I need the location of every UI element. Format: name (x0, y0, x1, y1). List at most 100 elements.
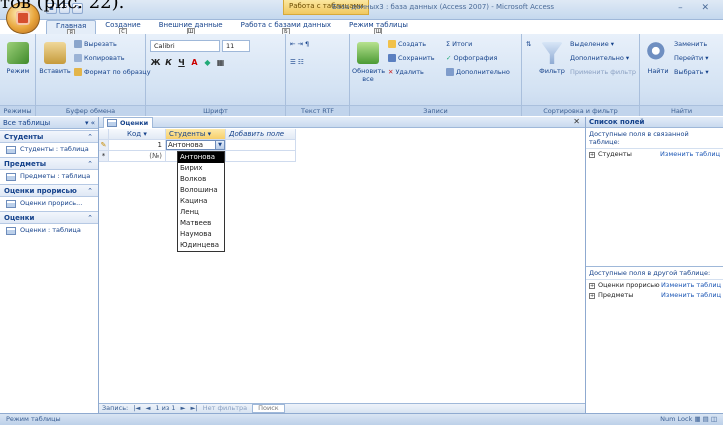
table-row[interactable]: * (№) (99, 151, 585, 162)
table-row[interactable]: ✎ 1 Антонова ▼ (99, 140, 585, 151)
gridlines-icon[interactable]: ▦ (215, 58, 226, 69)
underline-button[interactable]: Ч (176, 58, 187, 69)
nav-item-subjects-table[interactable]: Предметы : таблица (0, 170, 98, 183)
format-painter-button[interactable]: Формат по образцу (74, 68, 151, 76)
nav-group-grades-words[interactable]: Оценки прорисью ⌃ (0, 184, 98, 197)
new-row-star-icon[interactable]: * (99, 151, 109, 162)
expand-icon[interactable]: + (589, 293, 595, 299)
window-controls[interactable]: – ✕ (678, 3, 717, 13)
sigma-icon: Σ (446, 40, 451, 48)
next-record-button[interactable]: ► (181, 404, 186, 413)
dropdown-item[interactable]: Волков (178, 174, 224, 185)
search-input[interactable]: Поиск (252, 404, 285, 413)
field-list-item[interactable]: + Студенты Изменить таблиц (586, 149, 723, 159)
cell-add[interactable] (226, 151, 296, 162)
nav-pane-toggle-icon[interactable]: ▾ « (85, 117, 95, 129)
bold-button[interactable]: Ж (150, 58, 161, 69)
dropdown-item[interactable]: Бирих (178, 163, 224, 174)
tab-database-tools[interactable]: Работа с базами данных Б (232, 20, 340, 35)
tab-home[interactable]: Главная Я (46, 20, 97, 36)
group-views: Режим Режимы (0, 34, 36, 116)
edit-pencil-icon[interactable]: ✎ (99, 140, 109, 151)
font-name-select[interactable]: Calibri (150, 40, 220, 52)
prev-record-button[interactable]: ◄ (145, 404, 150, 413)
select-button[interactable]: Выбрать ▾ (674, 68, 709, 76)
advanced-button[interactable]: Дополнительно ▾ (570, 54, 629, 62)
selection-button[interactable]: Выделение ▾ (570, 40, 614, 48)
indent-buttons[interactable]: ⇤ ⇥ ¶ (290, 40, 309, 48)
column-header-students[interactable]: Студенты ▾ (166, 129, 226, 140)
tab-create[interactable]: Создание С (96, 20, 149, 35)
save-record-button[interactable]: Сохранить (388, 54, 435, 62)
filter-button[interactable]: Фильтр (536, 42, 568, 75)
nav-group-grades[interactable]: Оценки ⌃ (0, 211, 98, 224)
edit-table-link[interactable]: Изменить таблиц (660, 150, 720, 158)
nav-item-students-table[interactable]: Студенты : таблица (0, 143, 98, 156)
table-icon (6, 145, 16, 154)
document-tab[interactable]: Оценки (103, 117, 154, 128)
tab-external-data[interactable]: Внешние данные Ш (150, 20, 232, 35)
dropdown-item[interactable]: Ленц (178, 207, 224, 218)
list-buttons[interactable]: ☰ ☷ (290, 58, 304, 66)
status-bar: Режим таблицы Num Lock ▦ ▤ ◫ (0, 413, 723, 425)
refresh-icon (357, 42, 379, 64)
last-record-button[interactable]: ►| (191, 404, 198, 413)
chevron-down-icon[interactable]: ▼ (216, 140, 225, 150)
view-button[interactable]: Режим (2, 42, 34, 75)
italic-button[interactable]: К (163, 58, 174, 69)
select-all-cell[interactable] (99, 129, 109, 140)
paste-button[interactable]: Вставить (39, 42, 71, 75)
refresh-all-button[interactable]: Обновить все (352, 42, 385, 83)
expand-icon[interactable]: + (589, 152, 595, 158)
nav-group-subjects[interactable]: Предметы ⌃ (0, 157, 98, 170)
field-list-item[interactable]: + Оценки прорисью Изменить таблиц (586, 280, 723, 290)
group-label: Сортировка и фильтр (522, 105, 639, 116)
sort-buttons[interactable]: ⇅ (526, 40, 531, 48)
students-combo-value[interactable]: Антонова (166, 140, 216, 150)
new-record-button[interactable]: Создать (388, 40, 426, 48)
tab-datasheet[interactable]: Режим таблицы Ш (340, 20, 417, 35)
dropdown-item[interactable]: Антонова (178, 152, 224, 163)
nav-pane-header[interactable]: Все таблицы ▾ « (0, 117, 98, 129)
cut-button[interactable]: Вырезать (74, 40, 117, 48)
expand-icon[interactable]: + (589, 283, 595, 289)
nav-item-grades-table[interactable]: Оценки : таблица (0, 224, 98, 237)
first-record-button[interactable]: |◄ (133, 404, 140, 413)
cell-kod[interactable]: 1 (109, 140, 166, 151)
nav-item-grades-words-table[interactable]: Оценки прорись... (0, 197, 98, 210)
edit-table-link[interactable]: Изменить таблиц (661, 291, 721, 299)
totals-button[interactable]: Σ Итоги (446, 40, 472, 48)
font-color-icon[interactable]: A (189, 58, 200, 69)
dropdown-item[interactable]: Матвеев (178, 218, 224, 229)
other-fields-section: Доступные поля в другой таблице: + Оценки… (586, 266, 723, 300)
close-icon[interactable]: ✕ (573, 117, 580, 127)
copy-button[interactable]: Копировать (74, 54, 125, 62)
filter-status[interactable]: Нет фильтра (203, 404, 247, 413)
apply-filter-button[interactable]: Применить фильтр (570, 68, 636, 76)
column-header-kod[interactable]: Код ▾ (109, 129, 166, 140)
field-list-item[interactable]: + Предметы Изменить таблиц (586, 290, 723, 300)
new-icon (388, 40, 396, 48)
cell-add[interactable] (226, 140, 296, 151)
cell-kod[interactable]: (№) (109, 151, 166, 162)
students-combo[interactable]: Антонова ▼ (166, 140, 226, 151)
spelling-button[interactable]: ✓ Орфография (446, 54, 497, 62)
font-size-select[interactable]: 11 (222, 40, 250, 52)
dropdown-item[interactable]: Наумова (178, 229, 224, 240)
dropdown-item[interactable]: Волошина (178, 185, 224, 196)
more-records-button[interactable]: Дополнительно (446, 68, 510, 76)
find-button[interactable]: Найти (642, 42, 674, 75)
record-position[interactable]: 1 из 1 (155, 404, 175, 413)
fill-color-icon[interactable]: ◆ (202, 58, 213, 69)
nav-group-students[interactable]: Студенты ⌃ (0, 130, 98, 143)
dropdown-item[interactable]: Кацина (178, 196, 224, 207)
goto-button[interactable]: Перейти ▾ (674, 54, 709, 62)
ribbon-tabs: Главная Я Создание С Внешние данные Ш Работ… (46, 20, 417, 36)
edit-table-link[interactable]: Изменить таблиц (661, 281, 721, 289)
column-header-add-field[interactable]: Добавить поле (226, 129, 296, 140)
replace-button[interactable]: Заменить (674, 40, 707, 48)
document-tab-bar: Оценки ✕ (99, 117, 585, 128)
group-label: Буфер обмена (36, 105, 145, 116)
delete-record-button[interactable]: ✕ Удалить (388, 68, 424, 76)
dropdown-item[interactable]: Юдинцева (178, 240, 224, 251)
